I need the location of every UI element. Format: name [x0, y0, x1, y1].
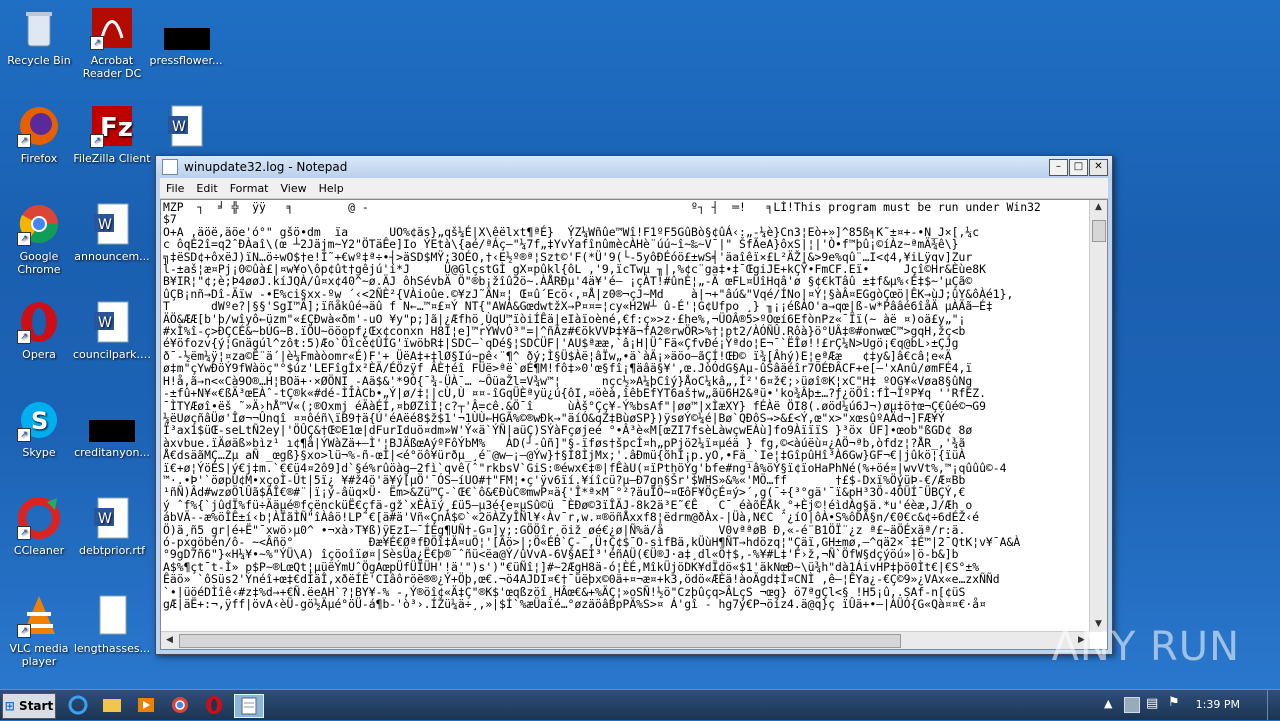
menu-view[interactable]: View — [275, 182, 313, 195]
vertical-scroll-thumb[interactable] — [1092, 220, 1106, 242]
menu-format[interactable]: Format — [224, 182, 275, 195]
file-icon — [90, 594, 134, 638]
word-doc-icon: W — [164, 104, 208, 148]
word-doc-icon: W — [90, 496, 134, 540]
horizontal-scrollbar[interactable]: ◀ ▶ — [161, 631, 1090, 649]
text-area[interactable]: MZP ┐ ╛ ╬ ÿÿ ╕ @ ‑ º┐ ┤ ═! ╕LÍ!This prog… — [160, 199, 1108, 650]
desktop-icon-ccleaner[interactable]: ↗ CCleaner — [0, 496, 78, 557]
word-doc-icon: W — [90, 300, 134, 344]
tray-expand-icon[interactable]: ▲ — [1104, 697, 1112, 710]
shortcut-arrow-icon: ↗ — [17, 134, 31, 148]
ie-taskbar-icon[interactable] — [66, 694, 90, 716]
skype-icon: S ↗ — [17, 398, 61, 442]
text-line: ábVÄ‑‑æ%öÎÊ±í‹b¦ÀÏãÌÑ"îÀâö!LP˜€[ä#ä'Vñ«Ç… — [163, 510, 980, 525]
network-icon[interactable]: ▤ — [1146, 696, 1158, 711]
menu-edit[interactable]: Edit — [190, 182, 223, 195]
text-line: ø‡m"çYwÐöÝ9fWàöç"°$úz'LEFîgÍx²ÈÄ/ÉÖzÿf Â… — [163, 361, 973, 376]
window-title: winupdate32.log - Notepad — [184, 160, 348, 174]
shortcut-arrow-icon: ↗ — [17, 232, 31, 246]
desktop-icon-announcem[interactable]: W announcem... — [73, 202, 151, 263]
notepad-titlebar[interactable]: winupdate32.log - Notepad – □ ✕ — [156, 156, 1112, 178]
media-player-taskbar-icon[interactable] — [134, 694, 158, 716]
scroll-up-icon[interactable]: ▲ — [1091, 200, 1106, 215]
text-line: B¥IR¦"¢;è;Þ4øøJ.kíJQÀ/û¤x¢40^~ø.ÄJ ôhSév… — [163, 274, 973, 289]
clock[interactable]: 1:39 PM — [1196, 698, 1240, 711]
desktop-icon-debtprior[interactable]: W debtprior.rtf — [73, 496, 151, 557]
shortcut-arrow-icon: ↗ — [17, 526, 31, 540]
file-icon — [164, 6, 210, 50]
desktop-icon-lengthasses[interactable]: lengthasses... — [73, 594, 151, 655]
horizontal-scroll-thumb[interactable] — [179, 634, 901, 648]
text-line: é¥öfozv{ý¦Gnägúl^zôŧ:5)Æo`Öîcè¢ÛÍG'ïwöbR… — [163, 336, 959, 351]
taskbar: ⊞ Start ▲ ▤ ⚑ 1:39 PM — [0, 689, 1280, 720]
notepad-window[interactable]: winupdate32.log - Notepad – □ ✕ File Edi… — [155, 155, 1113, 655]
shortcut-arrow-icon: ↗ — [90, 36, 104, 50]
windows-logo-icon: ⊞ — [4, 699, 15, 713]
file-content[interactable]: MZP ┐ ╛ ╬ ÿÿ ╕ @ ‑ º┐ ┤ ═! ╕LÍ!This prog… — [163, 201, 1089, 631]
svg-text:W: W — [98, 511, 112, 527]
svg-text:W: W — [172, 119, 186, 135]
shortcut-arrow-icon: ↗ — [17, 624, 31, 638]
vlc-icon: ↗ — [17, 594, 61, 638]
desktop-icon-chrome[interactable]: ↗ Google Chrome — [0, 202, 78, 276]
minimize-button[interactable]: – — [1049, 159, 1068, 176]
text-line: ‑±fû+N¥«€ßÄ³œEÀˆ‑tÇ®k«#dé-ÌÌÀCb•„Ý|ø/‡¦|… — [163, 386, 986, 401]
text-line: Å€dsäãMÇ…Zµ aÑ _œgß}§xo>lü¬%‑ñ‑œÌ|<é°öô¥… — [163, 448, 966, 463]
desktop-icon-filezilla[interactable]: Fz ↗ FileZilla Client — [73, 104, 151, 165]
text-line: $7 — [163, 212, 177, 227]
firefox-icon: ↗ — [17, 104, 61, 148]
text-line: °9gD7ñ6"}«H¼¥•~%"ÝÜ\A) îçöoîïø¤|SèsÜa¿Ë€… — [163, 547, 959, 562]
notepad-app-icon — [162, 159, 178, 175]
flag-icon[interactable]: ⚑ — [1168, 695, 1180, 710]
shortcut-arrow-icon: ↗ — [17, 330, 31, 344]
system-tray: ▲ ▤ ⚑ 1:39 PM — [1100, 690, 1280, 720]
shortcut-arrow-icon: ↗ — [90, 134, 104, 148]
file-icon — [89, 398, 135, 442]
text-line: Êäö» `ôSüs2'Ýnéî+œ‡€dÍäÎ,xðëÍÈ'CIâôröë®®… — [163, 572, 1000, 587]
text-line: c ôqÉ2î=q2ˆÐÀaî\(œ ┴2Jäjm~Y2"ÖTäÊe]Io ÝE… — [163, 237, 959, 252]
watermark-logo: ANY RUN — [1051, 624, 1240, 670]
filezilla-icon: Fz ↗ — [90, 104, 134, 148]
text-line: ¹ñÑ)Âd#wzøÖlÛã$ÃÎ€®#¨|ï¡ý‑âüq×Ü· Ëm>&Zü™… — [163, 485, 966, 500]
desktop-icon-skype[interactable]: S ↗ Skype — [0, 398, 78, 459]
menu-file[interactable]: File — [160, 182, 190, 195]
word-doc-icon: W — [90, 202, 134, 246]
desktop-icon-creditanyon[interactable]: creditanyon... — [73, 398, 151, 459]
explorer-taskbar-icon[interactable] — [100, 694, 124, 716]
shortcut-arrow-icon: ↗ — [17, 428, 31, 442]
desktop-icon-acrobat[interactable]: ↗ Acrobat Reader DC — [73, 6, 151, 80]
tray-app-icon[interactable] — [1124, 697, 1140, 713]
menu-help[interactable]: Help — [313, 182, 350, 195]
desktop-icon-recycle-bin[interactable]: Recycle Bin — [0, 6, 78, 67]
notepad-taskbar-button[interactable] — [234, 694, 264, 718]
svg-text:Fz: Fz — [100, 113, 133, 143]
ccleaner-icon: ↗ — [17, 496, 61, 540]
scroll-left-icon[interactable]: ◀ — [162, 633, 177, 648]
acrobat-icon: ↗ — [90, 6, 134, 50]
maximize-button[interactable]: □ — [1069, 159, 1088, 176]
opera-icon: ↗ — [17, 300, 61, 344]
vertical-scrollbar[interactable]: ▲ ▼ — [1089, 200, 1107, 632]
desktop-icon-vlc[interactable]: ↗ VLC media player — [0, 594, 78, 668]
desktop-icon-pressflower[interactable]: pressflower... — [147, 6, 225, 67]
chrome-taskbar-icon[interactable] — [168, 694, 192, 716]
show-desktop-button[interactable] — [1267, 690, 1280, 720]
text-line: Ï³ax1$üŒ‑seLtÑ2ey|'ÖÛÇ&†Œ©E1œ|dFurIduö¤d… — [163, 423, 973, 438]
text-line: gÆ|äË+:¬,ÿff|övA‹èÜ-gö½Äµé°öÜ‑á¶b-'ò³›.Í… — [163, 597, 986, 611]
svg-text:W: W — [98, 217, 112, 233]
desktop-icon-firefox[interactable]: ↗ Firefox — [0, 104, 78, 165]
close-button[interactable]: ✕ — [1089, 159, 1108, 176]
svg-text:W: W — [98, 315, 112, 331]
svg-text:S: S — [31, 407, 48, 435]
opera-taskbar-icon[interactable] — [202, 694, 226, 716]
text-line: T dWºe?|§§'SgI™Ä];ïñåkûé→äû f N←…™¤£¤Ý N… — [163, 299, 993, 314]
recycle-bin-icon — [17, 6, 61, 50]
desktop-icon-opera[interactable]: ↗ Opera — [0, 300, 78, 361]
desktop-icon-word-doc[interactable]: W — [147, 104, 225, 152]
menu-bar: File Edit Format View Help — [160, 178, 1108, 199]
desktop-icon-councilpark[interactable]: W councilpark.rtf — [73, 300, 151, 361]
text-line: MZP ┐ ╛ ╬ ÿÿ ╕ @ ‑ º┐ ┤ ═! ╕LÍ!This prog… — [163, 201, 1041, 214]
start-button[interactable]: ⊞ Start — [2, 693, 56, 719]
chrome-icon: ↗ — [17, 202, 61, 246]
